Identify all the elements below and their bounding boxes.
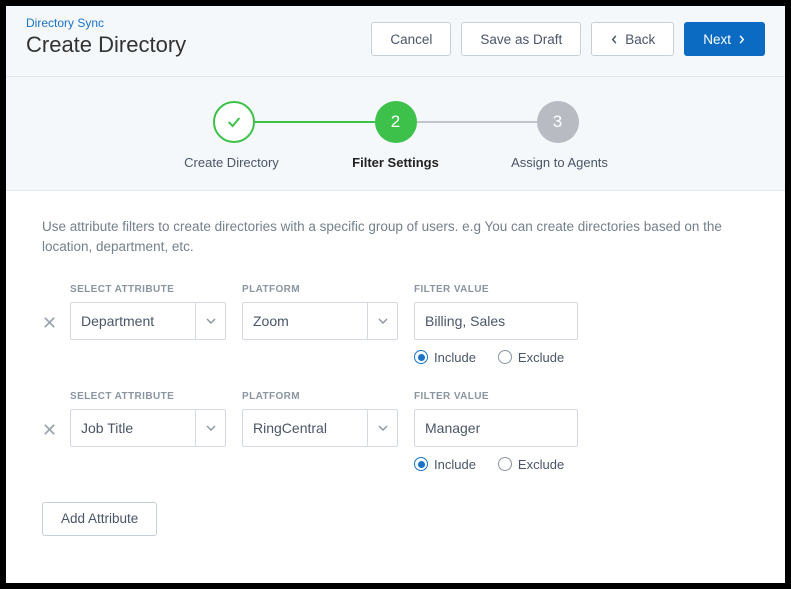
platform-select[interactable]: Zoom (242, 302, 398, 340)
radio-dot-icon (498, 350, 512, 364)
chevron-right-icon (737, 35, 746, 44)
filter-value-input[interactable] (414, 302, 578, 340)
chevron-down-icon (367, 303, 397, 339)
attribute-select[interactable]: Job Title (70, 409, 226, 447)
include-label: Include (434, 457, 476, 472)
attribute-field: SELECT ATTRIBUTE Job Title (70, 391, 226, 472)
exclude-label: Exclude (518, 350, 564, 365)
attribute-field: SELECT ATTRIBUTE Department (70, 284, 226, 365)
add-attribute-button[interactable]: Add Attribute (42, 502, 157, 536)
filter-fields: SELECT ATTRIBUTE Department PLATFORM Zoo… (70, 284, 578, 365)
platform-value: RingCentral (253, 420, 327, 436)
save-draft-button[interactable]: Save as Draft (461, 22, 581, 56)
attribute-label: SELECT ATTRIBUTE (70, 391, 226, 402)
mode-radios: Include Exclude (414, 350, 578, 365)
platform-field: PLATFORM RingCentral (242, 391, 398, 472)
step-2-label: Filter Settings (314, 155, 478, 170)
include-radio[interactable]: Include (414, 457, 476, 472)
next-button[interactable]: Next (684, 22, 765, 56)
content: Use attribute filters to create director… (6, 191, 785, 562)
header-actions: Cancel Save as Draft Back Next (371, 22, 765, 56)
chevron-left-icon (610, 35, 619, 44)
mode-radios: Include Exclude (414, 457, 578, 472)
cancel-button[interactable]: Cancel (371, 22, 451, 56)
step-1-circle[interactable] (213, 101, 255, 143)
include-radio[interactable]: Include (414, 350, 476, 365)
chevron-down-icon (195, 410, 225, 446)
include-label: Include (434, 350, 476, 365)
filter-value-field: FILTER VALUE Include Exclude (414, 391, 578, 472)
remove-col: ✕ (42, 284, 70, 334)
platform-field: PLATFORM Zoom (242, 284, 398, 365)
filter-row: ✕ SELECT ATTRIBUTE Job Title PLATFORM Ri… (42, 391, 749, 472)
filter-value-input[interactable] (414, 409, 578, 447)
attribute-label: SELECT ATTRIBUTE (70, 284, 226, 295)
remove-filter-icon[interactable]: ✕ (42, 420, 57, 440)
remove-filter-icon[interactable]: ✕ (42, 313, 57, 333)
attribute-value: Department (81, 313, 154, 329)
breadcrumb[interactable]: Directory Sync (26, 16, 371, 30)
attribute-select[interactable]: Department (70, 302, 226, 340)
chevron-down-icon (367, 410, 397, 446)
filter-value-label: FILTER VALUE (414, 391, 578, 402)
stepper: 2 3 Create Directory Filter Settings Ass… (6, 77, 785, 191)
radio-dot-icon (414, 350, 428, 364)
filter-value-field: FILTER VALUE Include Exclude (414, 284, 578, 365)
step-2-circle[interactable]: 2 (375, 101, 417, 143)
remove-col: ✕ (42, 391, 70, 441)
exclude-label: Exclude (518, 457, 564, 472)
page-title: Create Directory (26, 32, 371, 58)
attribute-value: Job Title (81, 420, 133, 436)
platform-label: PLATFORM (242, 284, 398, 295)
chevron-down-icon (195, 303, 225, 339)
header-left: Directory Sync Create Directory (26, 16, 371, 58)
filter-row: ✕ SELECT ATTRIBUTE Department PLATFORM Z… (42, 284, 749, 365)
app-window: Directory Sync Create Directory Cancel S… (6, 6, 785, 583)
connector-1-2 (255, 121, 375, 123)
add-attribute-wrap: Add Attribute (42, 502, 749, 536)
radio-dot-icon (414, 457, 428, 471)
filter-fields: SELECT ATTRIBUTE Job Title PLATFORM Ring… (70, 391, 578, 472)
next-label: Next (703, 32, 731, 47)
platform-label: PLATFORM (242, 391, 398, 402)
description-text: Use attribute filters to create director… (42, 217, 749, 258)
step-3-circle[interactable]: 3 (537, 101, 579, 143)
exclude-radio[interactable]: Exclude (498, 350, 564, 365)
platform-select[interactable]: RingCentral (242, 409, 398, 447)
filter-value-label: FILTER VALUE (414, 284, 578, 295)
radio-dot-icon (498, 457, 512, 471)
step-3-label: Assign to Agents (478, 155, 642, 170)
step-1-label: Create Directory (150, 155, 314, 170)
connector-2-3 (417, 121, 537, 123)
back-button[interactable]: Back (591, 22, 674, 56)
check-icon (226, 114, 242, 130)
back-label: Back (625, 32, 655, 47)
exclude-radio[interactable]: Exclude (498, 457, 564, 472)
stepper-labels: Create Directory Filter Settings Assign … (6, 155, 785, 170)
header: Directory Sync Create Directory Cancel S… (6, 6, 785, 77)
platform-value: Zoom (253, 313, 289, 329)
stepper-row: 2 3 (6, 101, 785, 143)
